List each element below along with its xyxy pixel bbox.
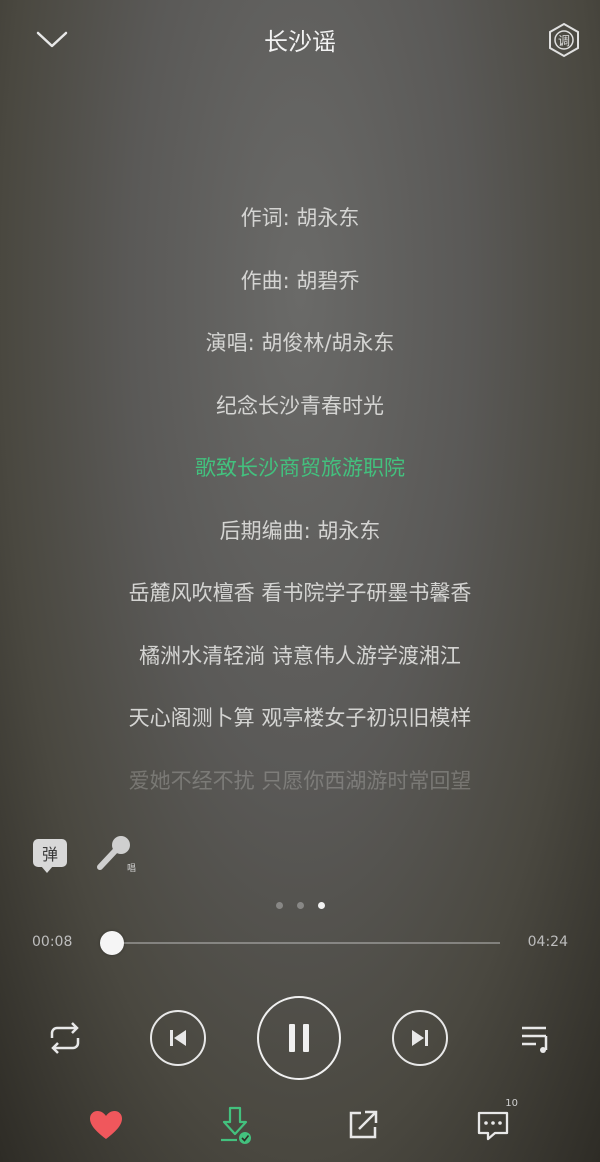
danmu-button[interactable]: 弹: [30, 833, 70, 873]
lyric-line: 天心阁测卜算 观亭楼女子初识旧模样: [128, 706, 472, 730]
share-external-icon: [349, 1110, 378, 1139]
download-button[interactable]: [212, 1102, 258, 1148]
collapse-button[interactable]: [30, 20, 74, 60]
lyric-line-current: 歌致长沙商贸旅游职院: [195, 456, 405, 480]
settings-hexagon-icon: 调: [549, 22, 579, 58]
comment-icon: [477, 1111, 509, 1141]
action-bar: 10: [0, 1098, 600, 1152]
lyric-line: 演唱: 胡俊林/胡永东: [205, 331, 395, 355]
danmu-label: 弹: [41, 845, 58, 864]
page-indicator: [0, 902, 600, 909]
total-time: 04:24: [527, 934, 568, 950]
next-icon: [412, 1030, 428, 1046]
playlist-icon: [522, 1026, 548, 1053]
settings-glyph: 调: [558, 34, 570, 48]
lyric-line: 作词: 胡永东: [240, 206, 360, 230]
progress-bar: 00:08 04:24: [0, 928, 600, 958]
seek-knob[interactable]: [100, 931, 124, 955]
tool-row: 弹 唱: [30, 830, 138, 876]
loop-mode-button[interactable]: [42, 1018, 88, 1058]
chevron-down-icon: [36, 31, 68, 48]
previous-track-button[interactable]: [150, 1010, 206, 1066]
playlist-button[interactable]: [514, 1018, 558, 1058]
page-dot[interactable]: [317, 902, 325, 909]
current-time: 00:08: [32, 934, 73, 950]
lyric-line: 岳麓风吹檀香 看书院学子研墨书馨香: [128, 581, 472, 605]
lyric-line: 作曲: 胡碧乔: [240, 268, 360, 293]
danmu-icon: 弹: [33, 839, 67, 873]
karaoke-button[interactable]: 唱: [94, 831, 138, 875]
comments-button[interactable]: 10: [470, 1098, 518, 1148]
next-track-button[interactable]: [392, 1010, 448, 1066]
page-dot[interactable]: [275, 902, 283, 909]
comment-count-badge: 10: [505, 1098, 518, 1109]
mic-label: 唱: [127, 863, 136, 874]
song-title: 长沙谣: [264, 28, 336, 56]
lyric-line: 爱她不经不扰 只愿你西湖游时常回望: [128, 768, 472, 793]
playback-controls: [0, 988, 600, 1088]
downloaded-icon: [221, 1106, 251, 1144]
pause-icon: [289, 1024, 309, 1052]
previous-icon: [170, 1030, 186, 1046]
sound-settings-button[interactable]: 调: [542, 20, 586, 60]
page-dot[interactable]: [296, 902, 304, 909]
lyrics-panel[interactable]: 作词: 胡永东 作曲: 胡碧乔演唱: 胡俊林/胡永东 纪念长沙青春时光 歌致长沙商贸旅…: [0, 195, 600, 820]
like-button[interactable]: [83, 1102, 129, 1148]
share-button[interactable]: [340, 1102, 386, 1148]
microphone-icon: 唱: [97, 836, 136, 874]
heart-icon: [90, 1111, 122, 1139]
player-header: 长沙谣 调: [0, 0, 600, 80]
repeat-icon: [50, 1022, 80, 1054]
lyric-line: 纪念长沙青春时光: [216, 393, 384, 418]
pause-button[interactable]: [257, 996, 341, 1080]
lyric-line: 橘洲水清轻淌 诗意伟人游学渡湘江: [139, 643, 461, 668]
seek-track[interactable]: [100, 931, 500, 955]
lyric-line: 后期编曲: 胡永东: [219, 518, 381, 543]
